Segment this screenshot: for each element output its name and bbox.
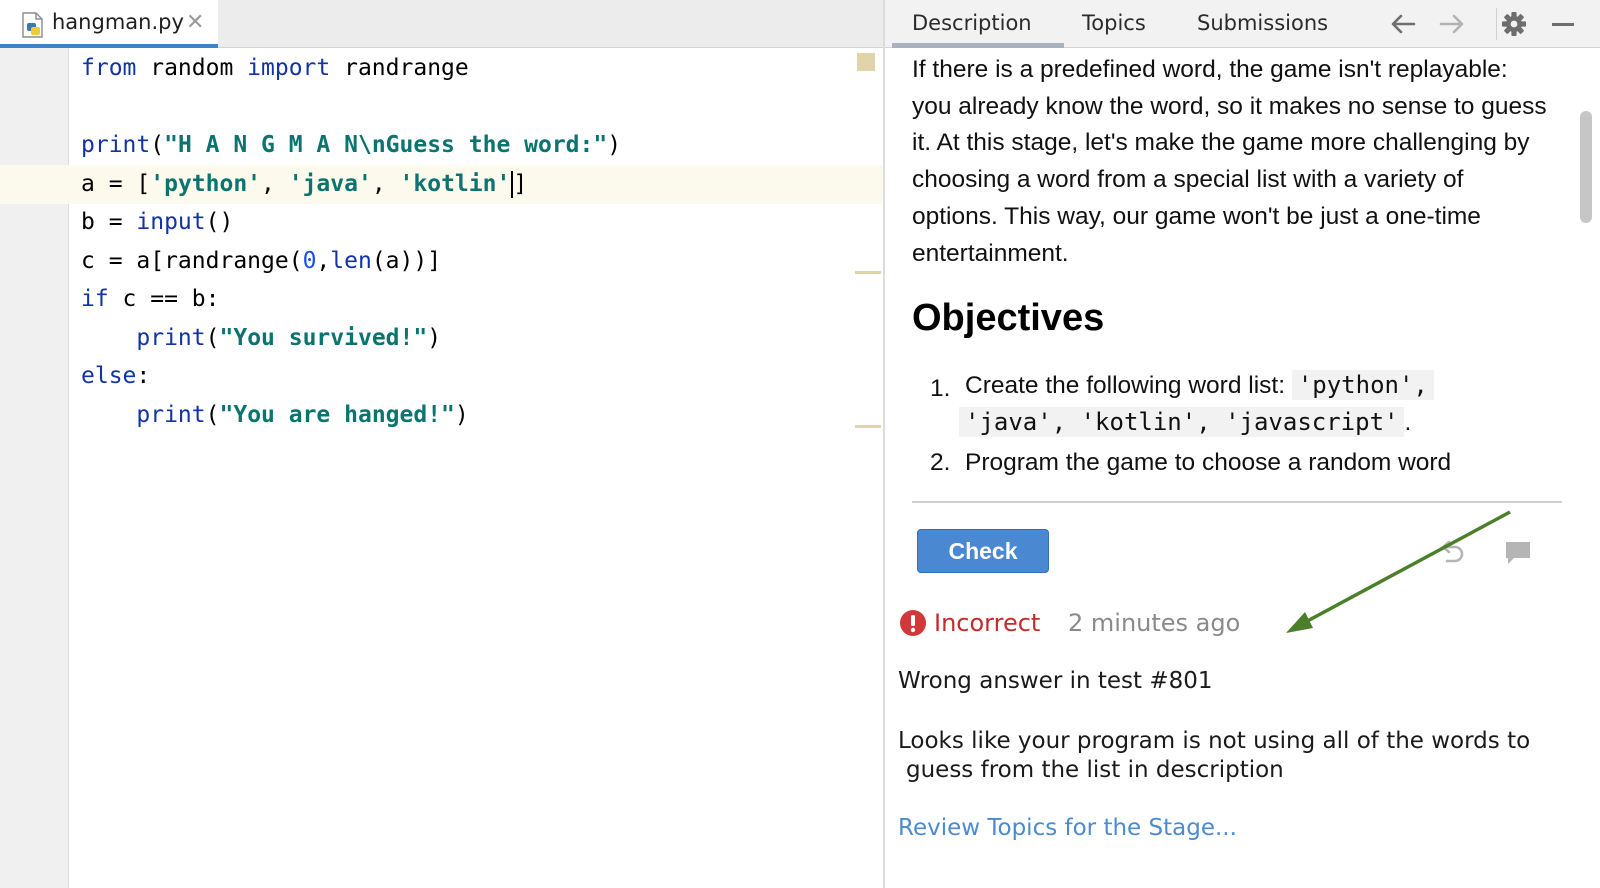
scrollbar-warning-mark[interactable] bbox=[855, 425, 881, 428]
list-item: Create the following word list: 'python'… bbox=[965, 370, 1434, 400]
active-tab-indicator bbox=[892, 43, 1064, 48]
code-line-8: print("You survived!") bbox=[136, 325, 442, 351]
status-timestamp: 2 minutes ago bbox=[1068, 609, 1241, 637]
file-tab-hangman[interactable]: hangman.py ✕ bbox=[0, 0, 218, 48]
description-scrollbar[interactable] bbox=[1580, 111, 1592, 223]
file-tab-label: hangman.py bbox=[52, 10, 184, 34]
code-line-10: print("You are hanged!") bbox=[136, 402, 469, 428]
close-tab-icon[interactable]: ✕ bbox=[186, 9, 204, 35]
task-panel: Description Topics Submissions If there … bbox=[885, 0, 1600, 888]
arrow-left-icon[interactable] bbox=[1388, 10, 1418, 38]
code-area[interactable]: from random import randrange print("H A … bbox=[0, 48, 883, 888]
tab-submissions[interactable]: Submissions bbox=[1197, 11, 1328, 35]
task-description: If there is a predefined word, the game … bbox=[912, 56, 1547, 267]
comment-icon[interactable] bbox=[1503, 538, 1533, 568]
code-line-9: else: bbox=[81, 363, 151, 389]
feedback-hint: Looks like your program is not using all… bbox=[898, 728, 1531, 783]
code-line-5: b = input() bbox=[81, 209, 234, 235]
inline-code: 'python', bbox=[1291, 370, 1434, 400]
inspection-status-marker[interactable] bbox=[857, 53, 875, 71]
minimize-icon[interactable] bbox=[1549, 10, 1579, 38]
status-label: Incorrect bbox=[934, 609, 1041, 637]
review-topics-link[interactable]: Review Topics for the Stage... bbox=[898, 815, 1237, 841]
feedback-message: Wrong answer in test #801 bbox=[898, 668, 1213, 694]
tab-topics[interactable]: Topics bbox=[1082, 11, 1146, 35]
inline-code: 'java', 'kotlin', 'javascript' bbox=[959, 407, 1405, 437]
code-line-4: a = ['python', 'java', 'kotlin'] bbox=[81, 171, 528, 198]
list-item-text: Create the following word list: bbox=[965, 372, 1292, 399]
panel-tab-bar: Description Topics Submissions bbox=[885, 0, 1600, 48]
list-item: Program the game to choose a random word bbox=[965, 449, 1451, 477]
tab-description[interactable]: Description bbox=[912, 11, 1032, 35]
undo-icon[interactable] bbox=[1437, 538, 1467, 568]
code-line-7: if c == b: bbox=[81, 286, 220, 312]
list-item-number: 1. bbox=[930, 375, 951, 402]
scrollbar-warning-mark[interactable] bbox=[855, 271, 881, 274]
toolbar-separator bbox=[1496, 8, 1497, 40]
objectives-heading: Objectives bbox=[912, 297, 1105, 339]
gear-icon[interactable] bbox=[1498, 10, 1530, 38]
code-line-3: print("H A N G M A N\nGuess the word:") bbox=[81, 132, 622, 158]
error-icon bbox=[900, 610, 926, 636]
list-item-continuation: 'java', 'kotlin', 'javascript'. bbox=[959, 407, 1411, 437]
list-item-number: 2. bbox=[930, 449, 951, 476]
section-separator bbox=[912, 501, 1562, 503]
code-line-1: from random import randrange bbox=[81, 55, 469, 81]
code-editor: hangman.py ✕ from random import randrang… bbox=[0, 0, 883, 888]
python-file-icon bbox=[22, 12, 43, 38]
arrow-right-icon[interactable] bbox=[1437, 10, 1467, 38]
editor-tab-bar: hangman.py ✕ bbox=[0, 0, 883, 48]
list-item-text: Program the game to choose a random word bbox=[965, 449, 1452, 476]
check-button[interactable]: Check bbox=[917, 529, 1049, 573]
code-line-6: c = a[randrange(0,len(a))] bbox=[81, 248, 442, 274]
